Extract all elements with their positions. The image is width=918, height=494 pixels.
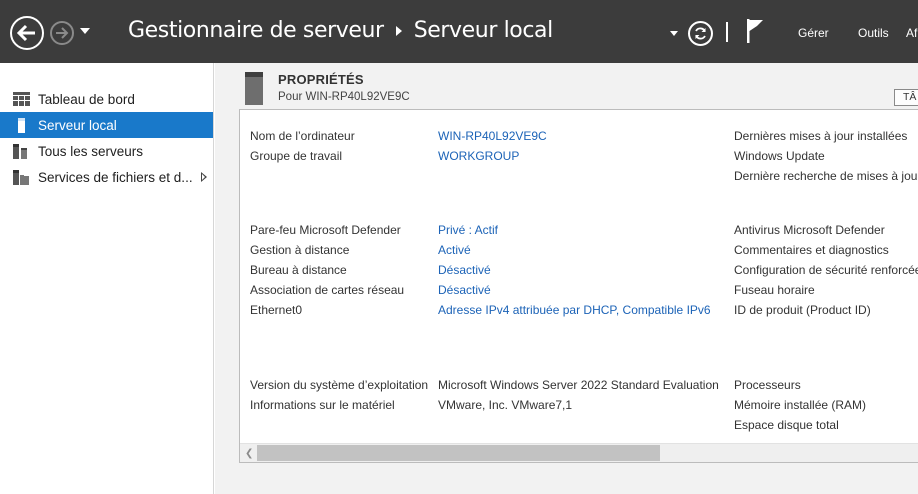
ethernet-link[interactable]: Adresse IPv4 attribuée par DHCP, Compati…: [438, 303, 711, 317]
breadcrumb-separator-icon: [395, 25, 402, 36]
hardware-info-value: VMware, Inc. VMware7,1: [438, 398, 573, 412]
menu-display[interactable]: Af: [906, 26, 917, 40]
remote-desktop-label: Bureau à distance: [250, 263, 347, 277]
ethernet-label: Ethernet0: [250, 303, 303, 317]
workgroup-link[interactable]: WORKGROUP: [438, 149, 519, 163]
horizontal-scrollbar[interactable]: ❮: [240, 443, 918, 462]
refresh-button[interactable]: [688, 21, 713, 46]
remote-management-label: Gestion à distance: [250, 243, 350, 257]
disk-space-label: Espace disque total: [734, 418, 839, 432]
sidebar-item-local-server[interactable]: Serveur local: [0, 112, 213, 138]
sidebar-item-dashboard[interactable]: Tableau de bord: [0, 86, 213, 112]
processors-label: Processeurs: [734, 378, 801, 392]
sidebar-item-label: Services de fichiers et d...: [38, 169, 193, 185]
notifications-button[interactable]: [746, 18, 766, 44]
toolbar-divider: [726, 22, 728, 42]
sidebar-item-label: Serveur local: [38, 117, 117, 133]
arrow-left-icon: [16, 24, 35, 42]
os-version-label: Version du système d’exploitation: [250, 378, 429, 392]
back-button[interactable]: [10, 16, 44, 50]
properties-subtitle: Pour WIN-RP40L92VE9C: [278, 91, 410, 103]
refresh-icon: [695, 27, 706, 40]
windows-update-label: Windows Update: [734, 149, 825, 163]
breadcrumb-current: Serveur local: [413, 18, 554, 43]
expand-arrow-icon[interactable]: [201, 172, 207, 182]
sidebar-item-label: Tous les serveurs: [38, 143, 144, 159]
nic-teaming-label: Association de cartes réseau: [250, 283, 405, 297]
properties-title: PROPRIÉTÉS: [278, 72, 364, 87]
remote-management-link[interactable]: Activé: [438, 243, 471, 257]
all-servers-icon: [13, 143, 30, 159]
breadcrumb: Gestionnaire de serveur Serveur local: [128, 18, 553, 43]
nic-teaming-link[interactable]: Désactivé: [438, 283, 491, 297]
hardware-info-label: Informations sur le matériel: [250, 398, 395, 412]
product-id-label: ID de produit (Product ID): [734, 303, 871, 317]
computer-name-link[interactable]: WIN-RP40L92VE9C: [438, 129, 547, 143]
os-version-value: Microsoft Windows Server 2022 Standard E…: [438, 378, 719, 392]
menu-manage[interactable]: Gérer: [798, 26, 829, 40]
menu-tools[interactable]: Outils: [858, 26, 889, 40]
title-bar: Gestionnaire de serveur Serveur local Gé…: [0, 0, 918, 63]
ie-security-label: Configuration de sécurité renforcée: [734, 263, 918, 277]
main-content: PROPRIÉTÉS Pour WIN-RP40L92VE9C TÂ Nom d…: [215, 63, 918, 494]
sidebar: Tableau de bord Serveur local Tous les s…: [0, 63, 214, 494]
computer-name-label: Nom de l’ordinateur: [250, 129, 355, 143]
workgroup-label: Groupe de travail: [250, 149, 343, 163]
arrow-right-icon: [56, 27, 69, 39]
local-server-icon: [13, 117, 30, 133]
history-dropdown-icon[interactable]: [80, 28, 90, 34]
scroll-left-icon[interactable]: ❮: [245, 448, 253, 459]
breadcrumb-dropdown-icon[interactable]: [670, 31, 678, 36]
last-check-label: Dernière recherche de mises à jour: [734, 169, 918, 183]
flag-icon: [747, 19, 763, 43]
feedback-diagnostics-label: Commentaires et diagnostics: [734, 243, 889, 257]
timezone-label: Fuseau horaire: [734, 283, 815, 297]
last-updates-label: Dernières mises à jour installées: [734, 129, 908, 143]
sidebar-item-all-servers[interactable]: Tous les serveurs: [0, 138, 213, 164]
antivirus-label: Antivirus Microsoft Defender: [734, 223, 885, 237]
firewall-link[interactable]: Privé : Actif: [438, 223, 498, 237]
forward-button[interactable]: [50, 21, 74, 45]
scrollbar-thumb[interactable]: [257, 445, 660, 461]
tasks-dropdown-button[interactable]: TÂ: [894, 89, 918, 106]
sidebar-item-file-services[interactable]: Services de fichiers et d...: [0, 164, 213, 190]
firewall-label: Pare-feu Microsoft Defender: [250, 223, 401, 237]
remote-desktop-link[interactable]: Désactivé: [438, 263, 491, 277]
breadcrumb-root[interactable]: Gestionnaire de serveur: [128, 18, 384, 43]
server-icon: [245, 72, 263, 105]
properties-header: PROPRIÉTÉS Pour WIN-RP40L92VE9C: [245, 72, 410, 105]
dashboard-icon: [13, 92, 30, 106]
properties-panel: Nom de l’ordinateur Groupe de travail Pa…: [239, 109, 918, 463]
sidebar-item-label: Tableau de bord: [38, 91, 135, 107]
ram-label: Mémoire installée (RAM): [734, 398, 867, 412]
file-services-icon: [13, 169, 30, 185]
